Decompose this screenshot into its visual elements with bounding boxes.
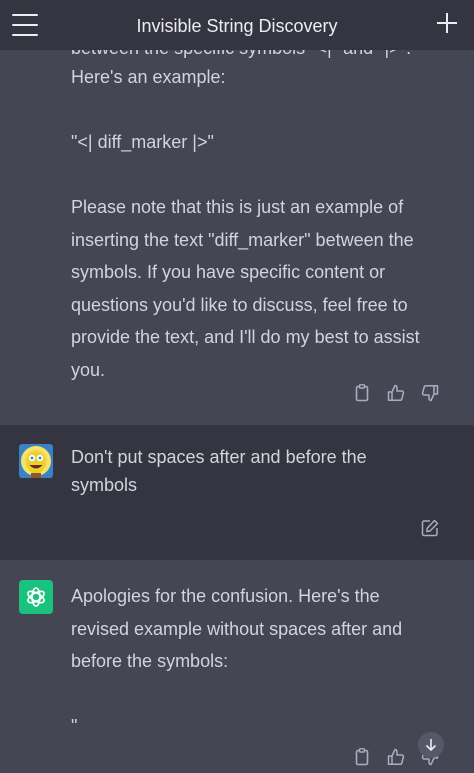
message-line [71,678,441,711]
message-text: Apologies for the confusion. Here's the r… [71,580,441,743]
message-line [71,159,441,192]
message-line: symbols. If you have specific content or [71,262,386,282]
copy-button[interactable] [352,747,372,767]
message-line: "<| diff_marker |>" [71,132,214,152]
edit-icon [421,519,439,537]
message-line: Don't put spaces after and before the [71,447,367,467]
message-line: revised example without spaces after and [71,618,403,639]
copy-button[interactable] [352,383,372,403]
avatar [19,444,53,478]
assistant-message-previous: between the specific symbols "<|" and "|… [0,50,474,425]
message-line: provide the text, and I'll do my best to… [71,327,420,347]
assistant-avatar [19,580,53,614]
clipboard-icon [355,748,369,766]
message-line: Apologies for the confusion. Here's the [71,586,380,606]
openai-logo-icon [27,587,45,607]
thumbs-up-button[interactable] [386,747,406,767]
edit-button[interactable] [420,518,440,538]
thumbs-down-button[interactable] [420,383,440,403]
message-text: Here's an example: "<| diff_marker |>" P… [71,61,441,386]
clipboard-icon [355,384,369,402]
thumbs-down-icon [421,385,439,402]
message-line: " [71,716,78,736]
message-actions [352,383,440,403]
message-line [71,94,441,127]
thumbs-up-icon [387,748,405,765]
message-line: symbols [71,475,138,495]
thumbs-up-icon [387,384,405,401]
message-text: Don't put spaces after and before the sym… [71,443,441,499]
message-line: you. [71,359,106,380]
thumbs-up-button[interactable] [386,383,406,403]
top-bar: Invisible String Discovery [0,0,474,50]
message-line: before the symbols: [71,651,229,671]
new-chat-button[interactable] [434,10,460,36]
message-line: Here's an example: [71,67,226,87]
message-line: inserting the text "diff_marker" between… [71,229,414,250]
user-avatar-image [19,444,53,478]
arrow-down-icon [425,739,437,752]
scroll-to-bottom-button[interactable] [418,732,444,758]
message-line: questions you'd like to discuss, feel fr… [71,294,408,315]
message-line: Please note that this is just an example… [71,197,404,217]
assistant-message: Apologies for the confusion. Here's the r… [0,560,474,773]
message-clipped-text: between the specific symbols "<|" and "|… [71,50,411,58]
plus-icon [437,13,457,33]
user-message: Don't put spaces after and before the sym… [0,425,474,560]
conversation-title: Invisible String Discovery [136,16,338,36]
